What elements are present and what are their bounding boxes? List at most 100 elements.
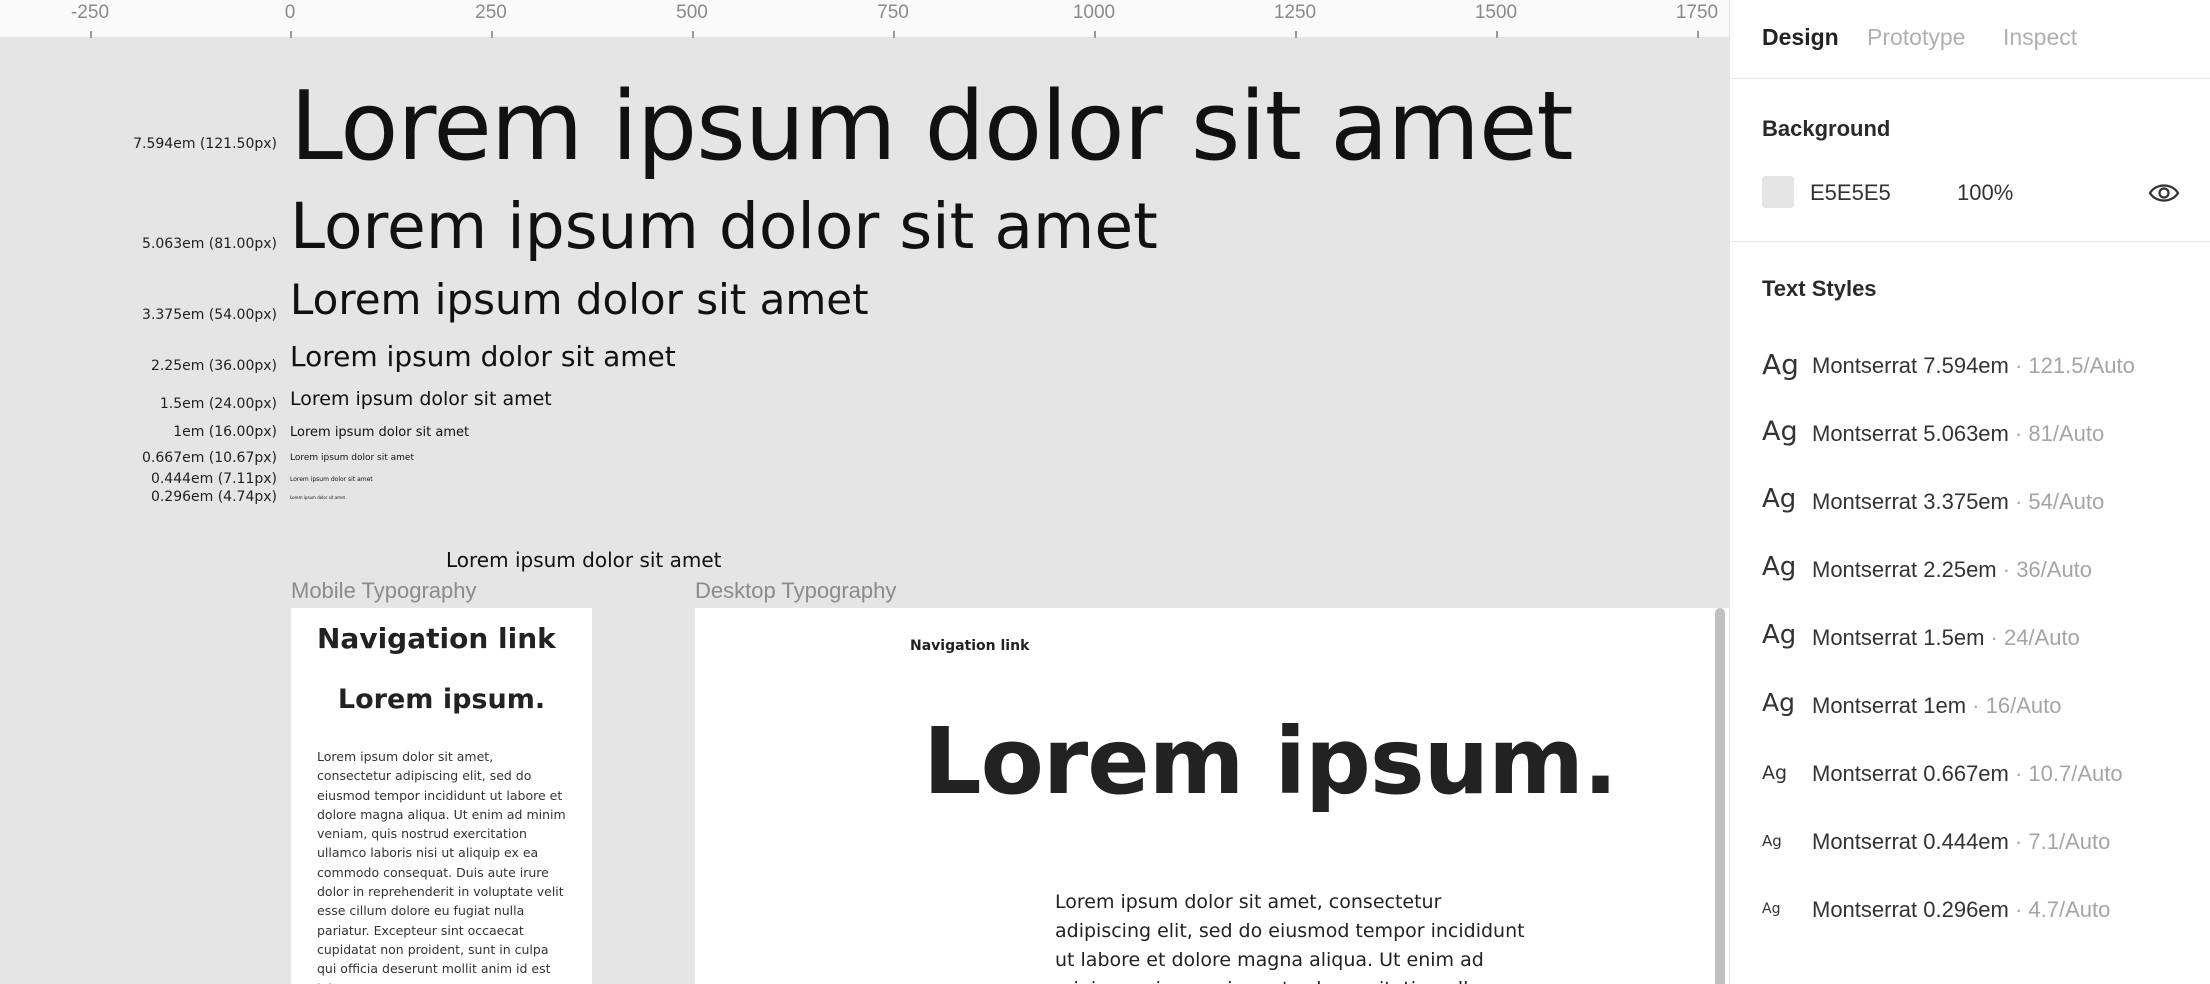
text-style-preview-icon: Ag	[1762, 552, 1797, 582]
text-style-meta: · 81/Auto	[2008, 421, 2105, 446]
type-scale-label: 3.375em (54.00px)	[142, 307, 277, 323]
ruler-tick-label: 1750	[1675, 2, 1719, 23]
tab-prototype[interactable]: Prototype	[1867, 24, 1965, 51]
type-scale-label: 2.25em (36.00px)	[150, 358, 277, 374]
text-style-label: Montserrat 5.063em	[1812, 421, 2009, 446]
text-style-item[interactable]: Ag Montserrat 0.667em · 10.7/Auto	[1730, 750, 2210, 794]
text-style-item[interactable]: Ag Montserrat 0.296em · 4.7/Auto	[1730, 886, 2210, 930]
tab-inspect[interactable]: Inspect	[2003, 24, 2077, 51]
floating-text-layer[interactable]: Lorem ipsum dolor sit amet	[446, 548, 722, 572]
type-scale-row[interactable]: 2.25em (36.00px) Lorem ipsum dolor sit a…	[0, 340, 1729, 376]
background-section-title: Background	[1762, 116, 1891, 141]
type-scale-row[interactable]: 7.594em (121.50px) Lorem ipsum dolor sit…	[0, 72, 1729, 192]
eye-icon[interactable]	[2148, 178, 2180, 208]
text-style-item[interactable]: Ag Montserrat 1.5em · 24/Auto	[1730, 614, 2210, 658]
mobile-typography-frame[interactable]: Navigation link Lorem ipsum. Lorem ipsum…	[291, 608, 592, 984]
type-scale-row[interactable]: 1em (16.00px) Lorem ipsum dolor sit amet	[0, 424, 1729, 442]
text-style-preview-icon: Ag	[1762, 620, 1797, 650]
mobile-body-text: Lorem ipsum dolor sit amet, consectetur …	[317, 749, 566, 984]
text-style-preview-icon: Ag	[1762, 832, 1782, 850]
ruler-tick-label: 1250	[1273, 2, 1317, 23]
ruler-tick-mark	[1295, 31, 1297, 38]
text-style-meta: · 54/Auto	[2008, 489, 2105, 514]
ruler-tick-label: 250	[475, 2, 507, 23]
text-style-label: Montserrat 1.5em	[1812, 625, 1985, 650]
mobile-frame-title[interactable]: Mobile Typography	[291, 578, 477, 604]
text-style-item[interactable]: Ag Montserrat 1em · 16/Auto	[1730, 682, 2210, 726]
ruler-tick-label: 750	[877, 2, 909, 23]
type-scale-sample: Lorem ipsum dolor sit amet	[290, 388, 552, 410]
text-style-item[interactable]: Ag Montserrat 2.25em · 36/Auto	[1730, 546, 2210, 590]
desktop-typography-frame[interactable]: Navigation link Lorem ipsum. Lorem ipsum…	[695, 608, 1729, 984]
type-scale-sample: Lorem ipsum dolor sit amet	[290, 340, 676, 373]
type-scale-row[interactable]: 3.375em (54.00px) Lorem ipsum dolor sit …	[0, 275, 1729, 330]
frame-scrollbar[interactable]	[1715, 608, 1725, 984]
text-style-meta: · 7.1/Auto	[2008, 829, 2111, 854]
background-hex-value[interactable]: E5E5E5	[1810, 180, 1891, 206]
ruler-tick-label: 0	[284, 2, 296, 23]
desktop-body-text: Lorem ipsum dolor sit amet, consectetur …	[1055, 891, 1525, 984]
background-color-swatch[interactable]	[1762, 176, 1794, 208]
desktop-heading: Lorem ipsum.	[923, 708, 1618, 815]
text-style-name: Montserrat 3.375em · 54/Auto	[1812, 489, 2104, 515]
type-scale-row[interactable]: 0.667em (10.67px) Lorem ipsum dolor sit …	[0, 450, 1729, 467]
text-style-label: Montserrat 3.375em	[1812, 489, 2009, 514]
text-style-name: Montserrat 5.063em · 81/Auto	[1812, 421, 2104, 447]
ruler-tick-mark	[290, 31, 292, 38]
type-scale-sample: Lorem ipsum dolor sit amet	[290, 476, 373, 483]
type-scale-sample: Lorem ipsum dolor sit amet	[290, 453, 414, 463]
properties-panel: Design Prototype Inspect Background E5E5…	[1729, 0, 2210, 984]
desktop-nav-link[interactable]: Navigation link	[910, 638, 1029, 654]
type-scale-row[interactable]: 0.444em (7.11px) Lorem ipsum dolor sit a…	[0, 471, 1729, 487]
text-style-preview-icon: Ag	[1762, 901, 1781, 917]
design-canvas[interactable]: 7.594em (121.50px) Lorem ipsum dolor sit…	[0, 38, 1729, 984]
type-scale-label: 1em (16.00px)	[173, 424, 277, 440]
mobile-nav-link[interactable]: Navigation link	[317, 622, 556, 655]
type-scale-label: 5.063em (81.00px)	[142, 236, 277, 252]
text-style-name: Montserrat 2.25em · 36/Auto	[1812, 557, 2092, 583]
desktop-frame-title[interactable]: Desktop Typography	[695, 578, 896, 604]
text-style-preview-icon: Ag	[1762, 416, 1798, 447]
text-style-label: Montserrat 0.444em	[1812, 829, 2009, 854]
text-style-meta: · 121.5/Auto	[2008, 353, 2135, 378]
text-style-item[interactable]: Ag Montserrat 7.594em · 121.5/Auto	[1730, 342, 2210, 386]
text-style-meta: · 36/Auto	[1996, 557, 2093, 582]
ruler-tick-mark	[1094, 31, 1096, 38]
type-scale-label: 1.5em (24.00px)	[159, 396, 277, 412]
ruler-tick-label: 500	[676, 2, 708, 23]
text-style-name: Montserrat 0.667em · 10.7/Auto	[1812, 761, 2123, 787]
background-opacity-value[interactable]: 100%	[1957, 180, 2013, 206]
type-scale-sample: Lorem ipsum dolor sit amet	[290, 275, 869, 324]
tab-design[interactable]: Design	[1762, 24, 1839, 51]
text-style-item[interactable]: Ag Montserrat 5.063em · 81/Auto	[1730, 410, 2210, 454]
text-style-preview-icon: Ag	[1762, 762, 1788, 784]
text-style-label: Montserrat 2.25em	[1812, 557, 1997, 582]
horizontal-ruler: -250 0 250 500 750 1000 1250 1500 1750	[0, 0, 1729, 38]
ruler-tick-mark	[491, 31, 493, 38]
panel-divider	[1730, 241, 2210, 242]
text-style-item[interactable]: Ag Montserrat 3.375em · 54/Auto	[1730, 478, 2210, 522]
type-scale-row[interactable]: 5.063em (81.00px) Lorem ipsum dolor sit …	[0, 190, 1729, 270]
type-scale-label: 0.296em (4.74px)	[150, 489, 277, 505]
ruler-tick-mark	[1697, 31, 1699, 38]
text-style-name: Montserrat 1.5em · 24/Auto	[1812, 625, 2080, 651]
ruler-tick-mark	[90, 31, 92, 38]
text-style-item[interactable]: Ag Montserrat 0.444em · 7.1/Auto	[1730, 818, 2210, 862]
text-style-meta: · 16/Auto	[1966, 693, 2062, 718]
type-scale-sample: Lorem ipsum dolor sit amet	[290, 72, 1574, 182]
type-scale-row[interactable]: 1.5em (24.00px) Lorem ipsum dolor sit am…	[0, 388, 1729, 412]
type-scale-sample: Lorem ipsum dolor sit amet	[290, 425, 470, 440]
text-style-meta: · 4.7/Auto	[2008, 897, 2111, 922]
text-style-preview-icon: Ag	[1762, 484, 1797, 514]
background-fill-row[interactable]: E5E5E5 100%	[1730, 170, 2210, 214]
text-style-meta: · 24/Auto	[1984, 625, 2080, 650]
text-style-label: Montserrat 7.594em	[1812, 353, 2009, 378]
type-scale-row[interactable]: 0.296em (4.74px) Lorem ipsum dolor sit a…	[0, 489, 1729, 505]
text-style-label: Montserrat 0.296em	[1812, 897, 2009, 922]
text-style-meta: · 10.7/Auto	[2008, 761, 2123, 786]
text-style-preview-icon: Ag	[1762, 688, 1795, 717]
type-scale-label: 0.667em (10.67px)	[142, 450, 277, 466]
ruler-tick-label: -250	[70, 2, 110, 23]
text-styles-section-title: Text Styles	[1762, 276, 1877, 301]
ruler-tick-mark	[1496, 31, 1498, 38]
